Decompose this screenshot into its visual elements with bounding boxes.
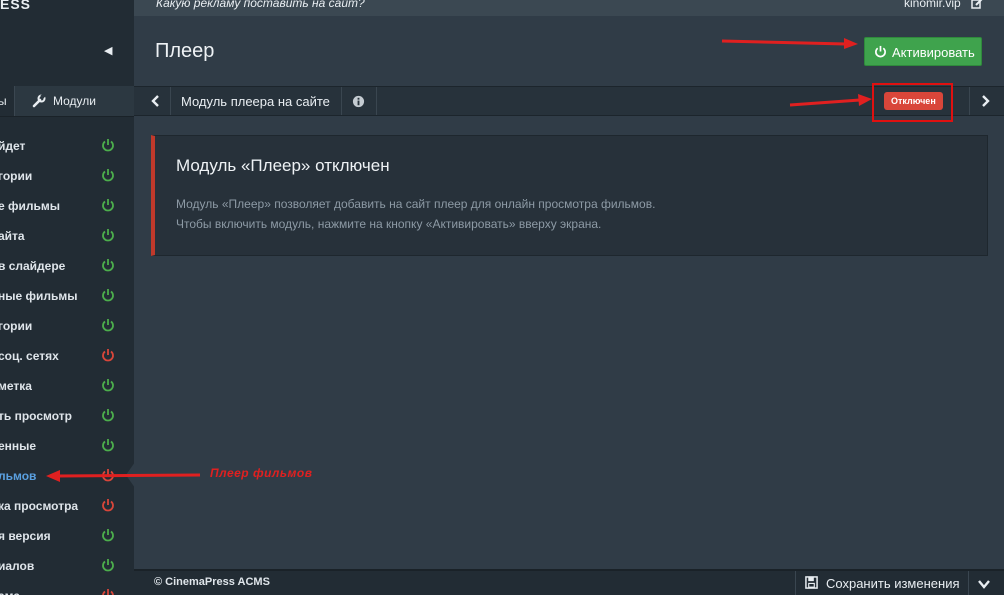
power-toggle-icon[interactable] — [101, 408, 115, 422]
sidebar-item-label: иалов — [0, 559, 35, 573]
next-module-button[interactable] — [969, 87, 1004, 115]
power-toggle-icon[interactable] — [101, 288, 115, 302]
annotation-label: Плеер фильмов — [210, 466, 313, 480]
power-toggle-icon[interactable] — [101, 588, 115, 595]
power-toggle-icon[interactable] — [101, 318, 115, 332]
sidebar-item-label: соц. сетях — [0, 349, 59, 363]
sidebar-item[interactable]: в слайдере — [0, 251, 134, 281]
sidebar-item[interactable]: ть просмотр — [0, 401, 134, 431]
module-disabled-notice: Модуль «Плеер» отключен Модуль «Плеер» п… — [151, 135, 988, 256]
sidebar-item-label: ка просмотра — [0, 499, 79, 513]
edit-icon[interactable] — [971, 0, 983, 10]
save-changes-button[interactable]: Сохранить изменения — [795, 571, 969, 595]
sidebar-item[interactable]: иалов — [0, 551, 134, 581]
activate-button[interactable]: Активировать — [864, 37, 982, 66]
sidebar-item-label: йдет — [0, 139, 26, 153]
sidebar-item-label: е фильмы — [0, 199, 61, 213]
top-bar: Какую рекламу поставить на сайт? kinomir… — [134, 0, 1004, 16]
sidebar-item[interactable]: гории — [0, 311, 134, 341]
ad-question-link[interactable]: Какую рекламу поставить на сайт? — [156, 0, 365, 10]
notice-heading: Модуль «Плеер» отключен — [176, 156, 390, 175]
sidebar-item[interactable]: ка просмотра — [0, 491, 134, 521]
tab-modules-label: Модули — [53, 94, 96, 108]
divider — [376, 87, 377, 115]
divider — [341, 87, 342, 115]
collapse-sidebar-icon[interactable]: ◀ — [104, 44, 112, 57]
chevron-down-icon[interactable] — [977, 577, 991, 591]
notice-text-line: Модуль «Плеер» позволяет добавить на сай… — [176, 197, 656, 211]
power-toggle-icon[interactable] — [101, 168, 115, 182]
sidebar-item-label: в слайдере — [0, 259, 66, 273]
sidebar-item[interactable]: метка — [0, 371, 134, 401]
chevron-left-icon — [151, 95, 159, 107]
sidebar-item-label: льмов — [0, 469, 37, 483]
sidebar-item[interactable]: ные фильмы — [0, 281, 134, 311]
tab-modules[interactable]: Модули — [15, 86, 134, 116]
sidebar-item[interactable]: ама — [0, 581, 134, 595]
annotation-highlight-box — [872, 83, 953, 122]
sidebar-item-label: метка — [0, 379, 32, 393]
footer: © CinemaPress ACMS Сохранить изменения — [134, 569, 1004, 595]
power-toggle-icon[interactable] — [101, 198, 115, 212]
sidebar-item[interactable]: айта — [0, 221, 134, 251]
sidebar-item-label: гории — [0, 319, 33, 333]
annotation-arrow-activate — [721, 38, 858, 49]
sidebar-item-label: ть просмотр — [0, 409, 72, 423]
sidebar-item-label: ные фильмы — [0, 289, 78, 303]
tab-other[interactable]: ы — [0, 86, 15, 116]
sidebar-item[interactable]: йдет — [0, 131, 134, 161]
tab-other-label: ы — [0, 94, 7, 108]
floppy-disk-icon — [805, 576, 818, 589]
notice-text-line: Чтобы включить модуль, нажмите на кнопку… — [176, 217, 602, 231]
sidebar-item-label: айта — [0, 229, 25, 243]
module-title: Модуль плеера на сайте — [181, 94, 330, 109]
power-icon — [875, 45, 886, 58]
page-title: Плеер — [155, 40, 215, 62]
power-toggle-icon[interactable] — [101, 498, 115, 512]
power-toggle-icon[interactable] — [101, 138, 115, 152]
info-icon[interactable] — [352, 95, 365, 108]
wrench-icon — [32, 94, 46, 108]
power-toggle-icon[interactable] — [101, 378, 115, 392]
sidebar-item[interactable]: соц. сетях — [0, 341, 134, 371]
sidebar-item-label: гории — [0, 169, 33, 183]
sidebar-item[interactable]: енные — [0, 431, 134, 461]
site-name[interactable]: kinomir.vip — [904, 0, 961, 10]
sidebar-item-label: я версия — [0, 529, 51, 543]
sidebar-item[interactable]: е фильмы — [0, 191, 134, 221]
prev-module-button[interactable] — [142, 87, 171, 115]
logo[interactable]: ESS — [0, 0, 31, 12]
annotation-arrow-status — [789, 94, 872, 107]
sidebar-item[interactable]: я версия — [0, 521, 134, 551]
sidebar: ESS ◀ ы Модули йдет гории е фильмы айта в сл… — [0, 0, 134, 595]
power-toggle-icon[interactable] — [101, 528, 115, 542]
sidebar-tabs: ы Модули — [0, 86, 134, 117]
sidebar-item-label: енные — [0, 439, 37, 453]
copyright: © CinemaPress ACMS — [154, 576, 270, 588]
power-toggle-icon[interactable] — [101, 258, 115, 272]
power-toggle-icon[interactable] — [101, 558, 115, 572]
chevron-right-icon — [982, 95, 990, 107]
activate-label: Активировать — [892, 45, 975, 60]
sidebar-item-label: ама — [0, 589, 20, 595]
power-toggle-icon[interactable] — [101, 438, 115, 452]
power-toggle-icon[interactable] — [101, 228, 115, 242]
annotation-arrow-sidebar — [46, 470, 201, 482]
save-changes-label: Сохранить изменения — [826, 576, 960, 591]
power-toggle-icon[interactable] — [101, 348, 115, 362]
sidebar-item[interactable]: гории — [0, 161, 134, 191]
